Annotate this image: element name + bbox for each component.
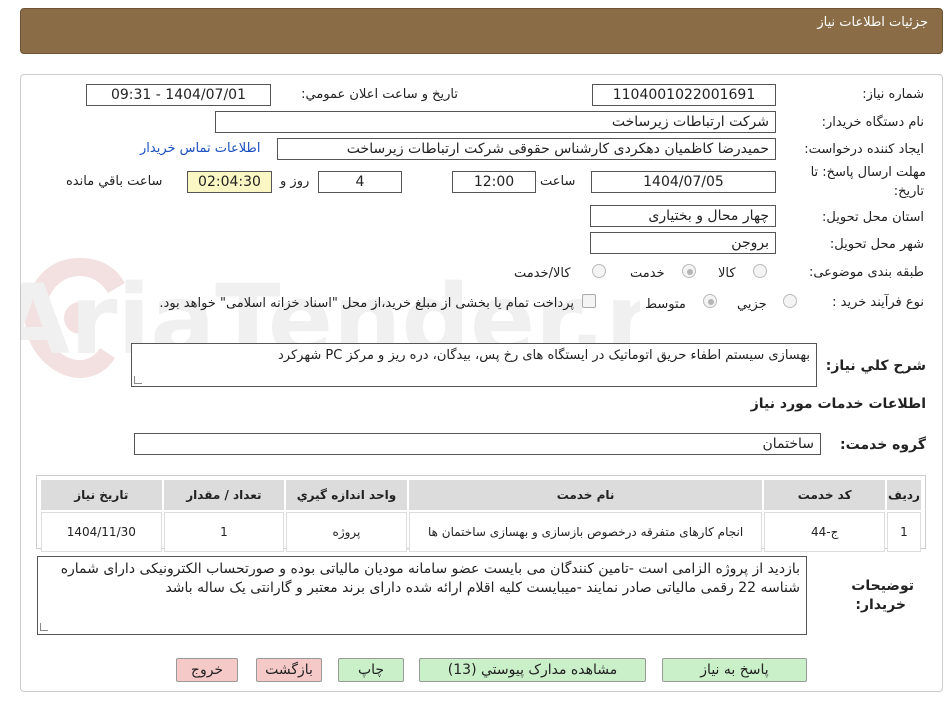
service-group-label: گروه خدمت: — [840, 437, 926, 453]
days-label: روز و — [280, 174, 310, 189]
service-group-field: ساختمان — [134, 433, 821, 455]
services-table: رديف کد خدمت نام خدمت واحد اندازه گيري ت… — [39, 478, 923, 554]
col-code: کد خدمت — [764, 480, 885, 510]
need-number-field: 1104001022001691 — [592, 84, 776, 106]
view-attachments-button[interactable]: مشاهده مدارک پيوستي (13) — [419, 658, 646, 682]
announce-date-field: 1404/07/01 - 09:31 — [86, 84, 271, 106]
treasury-payment-note: پرداخت تمام یا بخشی از مبلغ خرید،از محل … — [159, 296, 574, 311]
category-label: طبقه بندی موضوعی: — [808, 265, 924, 280]
buyer-notes-label-1: توضيحات — [851, 578, 914, 594]
services-table-header: رديف کد خدمت نام خدمت واحد اندازه گيري ت… — [41, 480, 921, 510]
description-label: شرح كلي نياز: — [825, 358, 926, 374]
category-radio-goods[interactable] — [753, 264, 767, 278]
city-label: شهر محل تحويل: — [829, 237, 924, 252]
cell-name: انجام کارهای متفرقه درخصوص بازسازی و بهس… — [408, 512, 763, 552]
deadline-time-label: ساعت — [540, 174, 576, 189]
process-radio-minor[interactable] — [783, 294, 797, 308]
buyer-org-field: شرکت ارتباطات زیرساخت — [215, 111, 776, 133]
category-option-service: خدمت — [630, 266, 665, 281]
deadline-date-label: تاريخ: — [893, 184, 924, 199]
col-qty: تعداد / مقدار — [163, 480, 285, 510]
remaining-time-field: 02:04:30 — [187, 171, 272, 193]
buyer-notes-textarea: بازدید از پروژه الزامی است -تامین کنندگا… — [37, 556, 807, 635]
deadline-time-field: 12:00 — [452, 171, 536, 193]
province-label: استان محل تحويل: — [822, 210, 924, 225]
remaining-time-label: ساعت باقي مانده — [66, 174, 163, 189]
category-option-goods-service: کالا/خدمت — [514, 266, 571, 281]
buyer-org-label: نام دستگاه خريدار: — [821, 115, 924, 130]
cell-qty: 1 — [163, 512, 285, 552]
description-text: بهسازی سیستم اطفاء حریق اتوماتیک در ایست… — [278, 348, 810, 363]
process-option-medium: متوسط — [645, 297, 686, 312]
col-unit: واحد اندازه گيري — [286, 480, 407, 510]
category-radio-goods-service[interactable] — [592, 264, 606, 278]
deadline-date-field: 1404/07/05 — [591, 171, 776, 193]
city-field: بروجن — [590, 232, 776, 254]
process-type-label: نوع فرآیند خرید : — [832, 295, 924, 310]
page-header — [20, 8, 943, 54]
requester-field: حمیدرضا کاظمیان دهکردی کارشناس حقوقی شرک… — [277, 138, 776, 160]
process-option-minor: جزيي — [737, 297, 767, 312]
print-button[interactable]: چاپ — [338, 658, 404, 682]
table-row: 1 ج-44 انجام کارهای متفرقه درخصوص بازساز… — [41, 512, 921, 552]
exit-button[interactable]: خروج — [176, 658, 238, 682]
category-option-goods: کالا — [718, 266, 736, 281]
requester-label: ايجاد کننده درخواست: — [804, 142, 924, 157]
buyer-contact-link[interactable]: اطلاعات تماس خريدار — [140, 141, 272, 156]
back-button[interactable]: بازگشت — [256, 658, 322, 682]
treasury-payment-checkbox[interactable] — [582, 294, 596, 308]
cell-unit: پروژه — [286, 512, 407, 552]
page-title: جزئیات اطلاعات نیاز — [817, 15, 928, 30]
buyer-notes-label-2: خريدار: — [855, 597, 906, 613]
cell-code: ج-44 — [764, 512, 885, 552]
services-table-wrapper: رديف کد خدمت نام خدمت واحد اندازه گيري ت… — [36, 475, 926, 552]
resize-grip-icon[interactable] — [134, 376, 142, 384]
deadline-label: مهلت ارسال پاسخ: تا — [810, 165, 926, 180]
category-radio-service[interactable] — [682, 264, 696, 278]
services-section-title: اطلاعات خدمات مورد نياز — [750, 396, 926, 412]
resize-grip-icon[interactable] — [40, 623, 48, 631]
announce-date-label: تاریخ و ساعت اعلان عمومي: — [301, 87, 458, 102]
days-remaining-field: 4 — [318, 171, 402, 193]
need-number-label: شماره نیاز: — [862, 87, 924, 102]
col-name: نام خدمت — [408, 480, 763, 510]
cell-date: 1404/11/30 — [41, 512, 162, 552]
description-textarea: بهسازی سیستم اطفاء حریق اتوماتیک در ایست… — [131, 343, 817, 387]
col-row: رديف — [886, 480, 921, 510]
buyer-notes-text: بازدید از پروژه الزامی است -تامین کنندگا… — [60, 561, 800, 596]
process-radio-medium[interactable] — [703, 294, 717, 308]
cell-row: 1 — [886, 512, 921, 552]
reply-button[interactable]: پاسخ به نياز — [662, 658, 807, 682]
province-field: چهار محال و بختیاری — [590, 205, 776, 227]
col-date: تاريخ نياز — [41, 480, 162, 510]
